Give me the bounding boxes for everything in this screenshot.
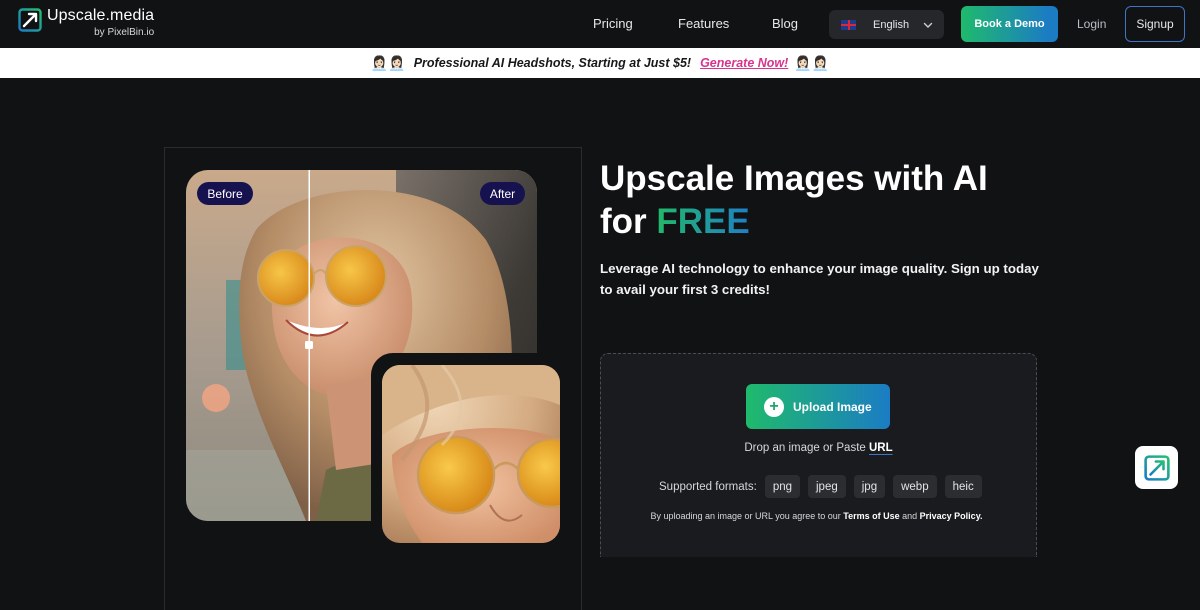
- upscale-float-icon: [1143, 454, 1170, 481]
- hero-title: Upscale Images with AI for FREE: [600, 157, 1070, 243]
- format-chip-heic: heic: [944, 475, 982, 498]
- promo-banner: 👩🏻‍💼👩🏻‍💼 Professional AI Headshots, Star…: [0, 48, 1200, 78]
- hero-title-highlight: FREE: [656, 202, 750, 241]
- hero-subtitle: Leverage AI technology to enhance your i…: [600, 261, 1039, 297]
- formats-label: Supported formats:: [659, 480, 757, 493]
- format-chip-png: png: [764, 475, 800, 498]
- top-navbar: Upscale.media by PixelBin.io Pricing Fea…: [0, 0, 1200, 48]
- login-link[interactable]: Login: [1077, 17, 1106, 31]
- nav-pricing[interactable]: Pricing: [593, 16, 633, 32]
- hero-title-line1: Upscale Images with AI: [600, 159, 988, 198]
- terms-of-use-link[interactable]: Terms of Use: [843, 511, 899, 521]
- after-label: After: [480, 182, 525, 205]
- brand-name: Upscale.media: [47, 7, 155, 24]
- language-label: English: [873, 18, 910, 31]
- terms-prefix: By uploading an image or URL you agree t…: [650, 511, 844, 521]
- format-chip-jpg: jpg: [853, 475, 886, 498]
- terms-notice: By uploading an image or URL you agree t…: [600, 511, 1033, 521]
- brand-logo[interactable]: Upscale.media by PixelBin.io: [18, 7, 154, 39]
- language-selector[interactable]: English: [829, 10, 944, 39]
- promo-text: Professional AI Headshots, Starting at J…: [413, 56, 692, 70]
- upscale-logo-icon: [18, 8, 42, 32]
- upload-image-button[interactable]: + Upload Image: [746, 384, 890, 429]
- terms-and: and: [899, 511, 920, 521]
- privacy-policy-link[interactable]: Privacy Policy.: [920, 511, 983, 521]
- chevron-down-icon: [923, 22, 933, 28]
- generate-now-link[interactable]: Generate Now!: [700, 56, 788, 70]
- nav-blog[interactable]: Blog: [772, 16, 798, 32]
- headshot-emoji-right: 👩🏻‍💼👩🏻‍💼: [794, 54, 830, 71]
- zoomed-detail-image: [382, 365, 560, 543]
- before-label: Before: [197, 182, 253, 205]
- paste-url-link[interactable]: URL: [869, 442, 893, 454]
- upload-button-label: Upload Image: [793, 399, 872, 414]
- headshot-emoji-left: 👩🏻‍💼👩🏻‍💼: [370, 54, 406, 71]
- supported-formats: Supported formats: png jpeg jpg webp hei…: [659, 475, 990, 498]
- uk-flag-icon: [841, 19, 856, 30]
- hero-title-for: for: [600, 202, 657, 241]
- format-chip-jpeg: jpeg: [808, 475, 846, 498]
- comparison-slider-handle: [305, 341, 313, 349]
- plus-icon: +: [764, 396, 784, 417]
- drop-hint: Drop an image or Paste URL: [600, 442, 1037, 454]
- brand-subtitle: by PixelBin.io: [94, 27, 155, 38]
- drop-hint-text: Drop an image or Paste: [744, 442, 869, 454]
- format-chip-webp: webp: [893, 475, 937, 498]
- nav-features[interactable]: Features: [678, 16, 729, 32]
- book-demo-button[interactable]: Book a Demo: [961, 6, 1058, 42]
- floating-app-button[interactable]: [1135, 446, 1178, 489]
- signup-button[interactable]: Signup: [1125, 6, 1185, 42]
